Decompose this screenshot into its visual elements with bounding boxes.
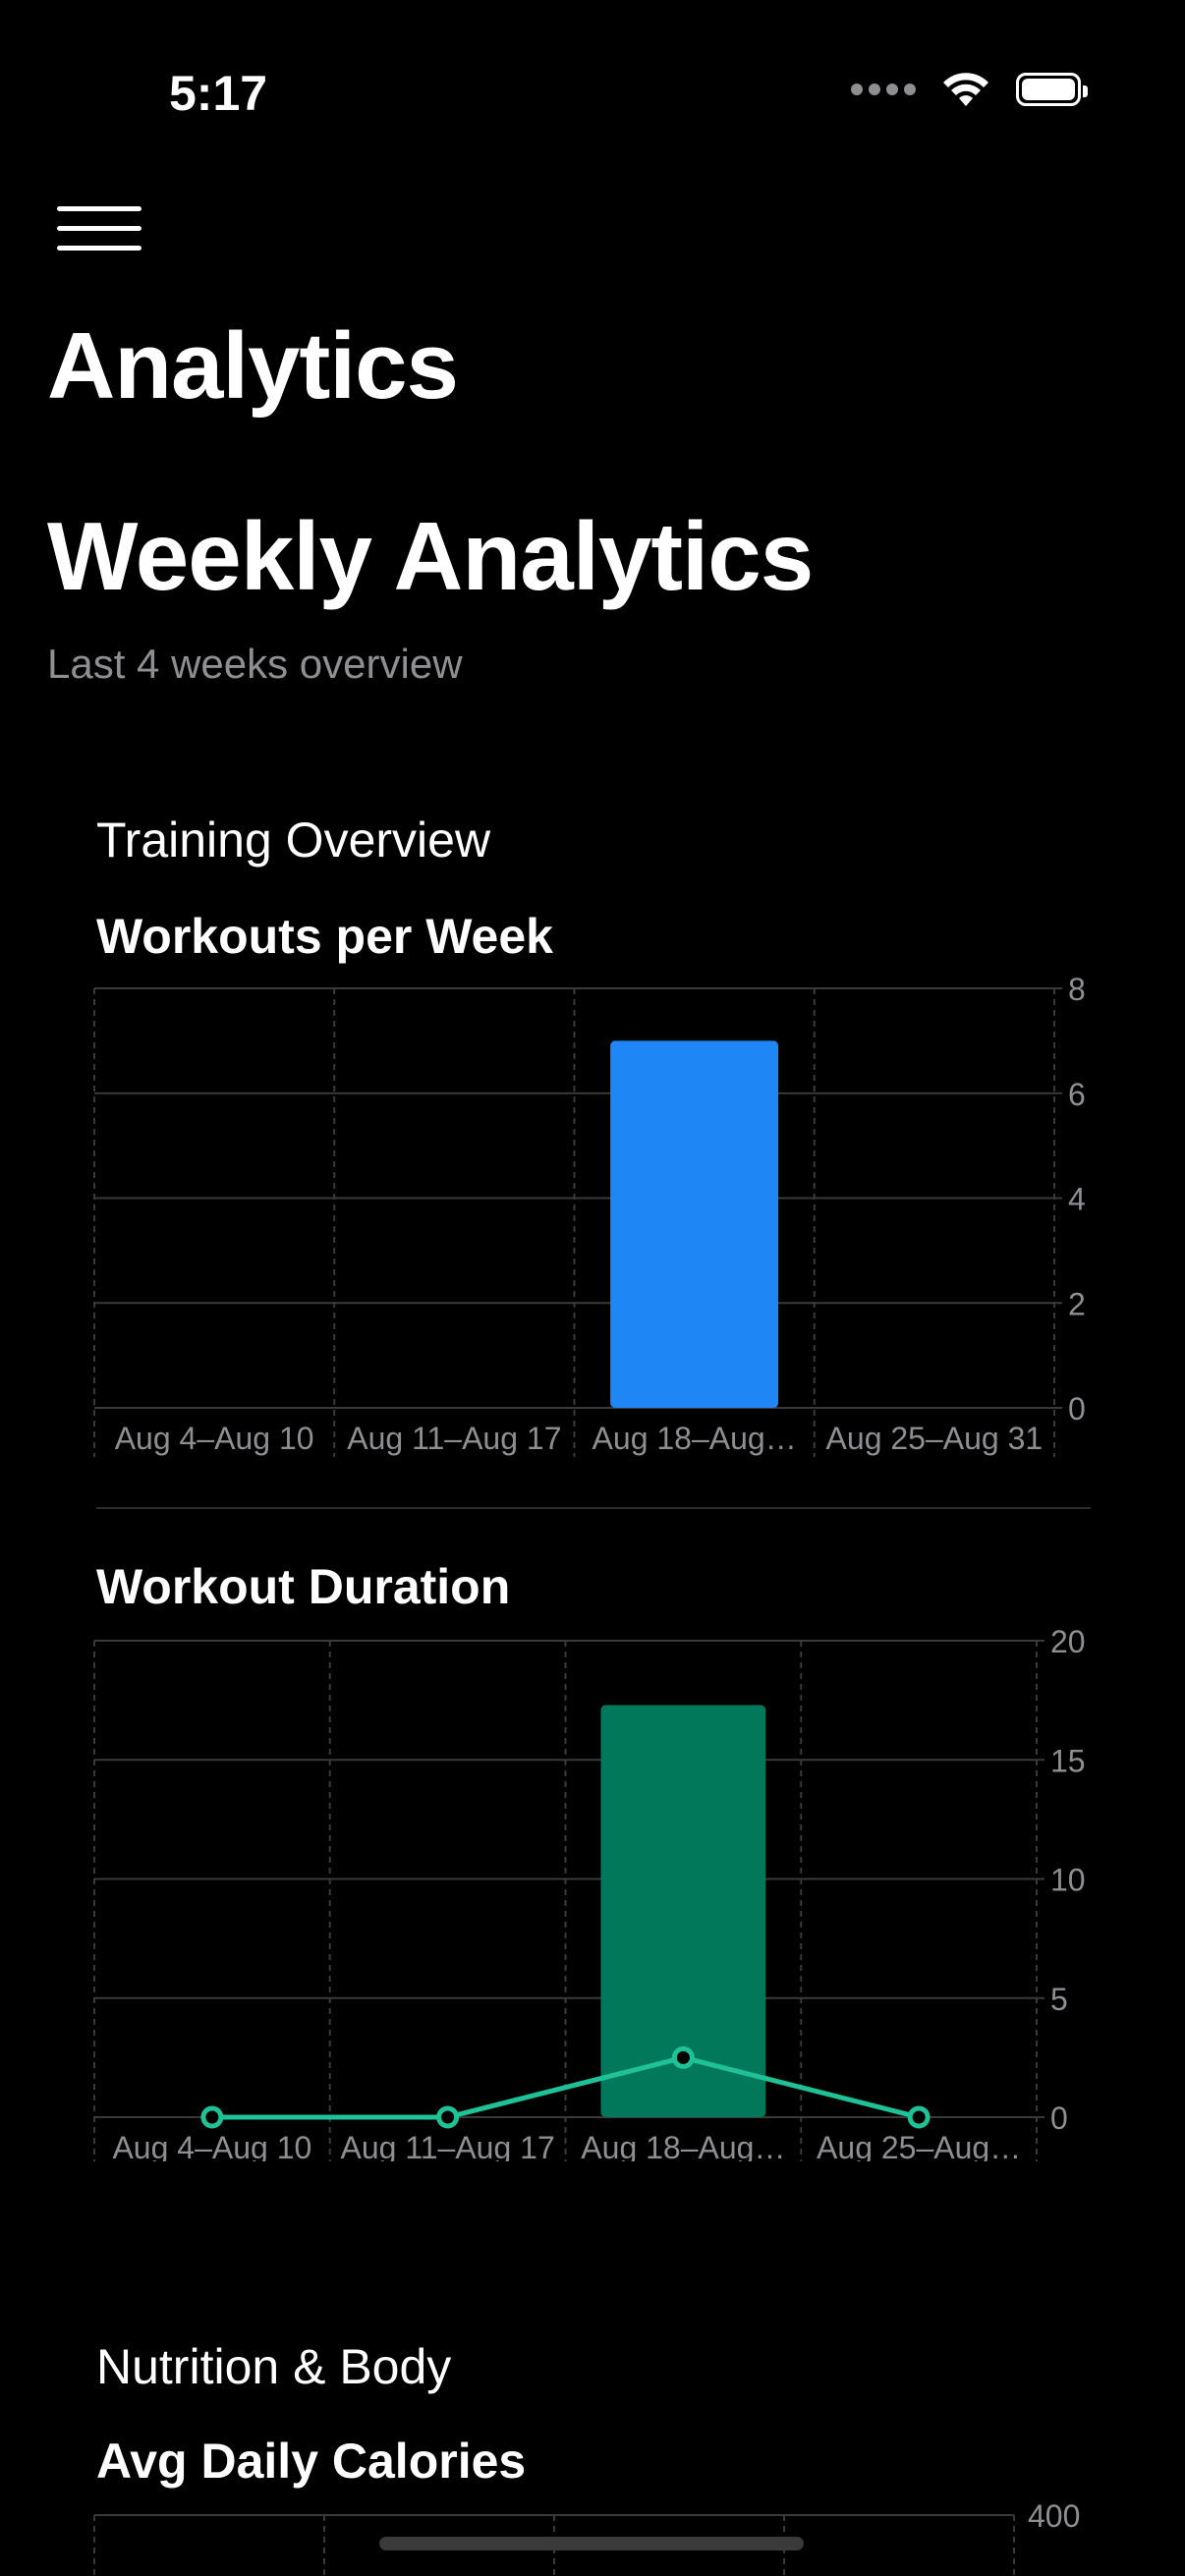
- nav-title: Analytics: [47, 313, 459, 419]
- calories-chart-title: Avg Daily Calories: [96, 2434, 527, 2489]
- x-tick-label: Aug 18–Aug…: [581, 2130, 785, 2161]
- y-tick-label: 20: [1050, 1624, 1086, 1659]
- home-indicator: [379, 2537, 804, 2550]
- x-tick-label: Aug 4–Aug 10: [112, 2130, 311, 2161]
- y-tick-label: 10: [1050, 1863, 1086, 1898]
- status-time: 5:17: [169, 66, 268, 121]
- y-tick-label: 5: [1050, 1982, 1068, 2017]
- page-title: Weekly Analytics: [47, 502, 814, 610]
- cellular-signal-icon: [851, 84, 916, 95]
- x-tick-label: Aug 11–Aug 17: [340, 2130, 554, 2161]
- hamburger-menu-icon[interactable]: [57, 206, 141, 253]
- line-point: [200, 2105, 224, 2129]
- y-tick-label: 6: [1068, 1077, 1086, 1112]
- duration-chart-title: Workout Duration: [96, 1559, 511, 1614]
- divider: [96, 1507, 1091, 1509]
- workouts-per-week-chart: 0 2 4 6 8 Aug 4–Aug 10 Aug 11–Aug 17 Aug 18–Aug…: [93, 972, 1086, 1457]
- y-tick-label: 0: [1068, 1391, 1086, 1427]
- workout-duration-chart: 0 5 10 15 20 Aug 4–Aug 10 Aug 11–Aug 17 Aug 18–…: [93, 1624, 1086, 2161]
- x-tick-label: Aug 11–Aug 17: [347, 1421, 561, 1456]
- avg-daily-calories-chart: 400: [93, 2498, 1080, 2576]
- bar: [610, 1040, 779, 1408]
- x-tick-label: Aug 25–Aug 31: [826, 1421, 1044, 1456]
- wifi-icon: [943, 73, 988, 106]
- line-point: [671, 2045, 695, 2069]
- line-point: [907, 2105, 931, 2129]
- y-tick-label: 4: [1068, 1182, 1086, 1217]
- x-tick-label: Aug 4–Aug 10: [115, 1421, 314, 1456]
- y-tick-label: 15: [1050, 1743, 1086, 1778]
- x-tick-label: Aug 25–Aug…: [817, 2130, 1021, 2161]
- nutrition-section-title: Nutrition & Body: [96, 2339, 452, 2394]
- line-point: [436, 2105, 460, 2129]
- page-subtitle: Last 4 weeks overview: [47, 641, 463, 687]
- y-tick-label: 400: [1028, 2498, 1080, 2534]
- training-section-title: Training Overview: [96, 812, 491, 868]
- y-tick-label: 0: [1050, 2100, 1068, 2136]
- y-tick-label: 2: [1068, 1286, 1086, 1321]
- battery-icon: [1016, 73, 1088, 106]
- x-tick-label: Aug 18–Aug…: [592, 1421, 797, 1456]
- y-tick-label: 8: [1068, 972, 1086, 1007]
- status-icons: [851, 71, 1088, 108]
- workouts-chart-title: Workouts per Week: [96, 909, 553, 964]
